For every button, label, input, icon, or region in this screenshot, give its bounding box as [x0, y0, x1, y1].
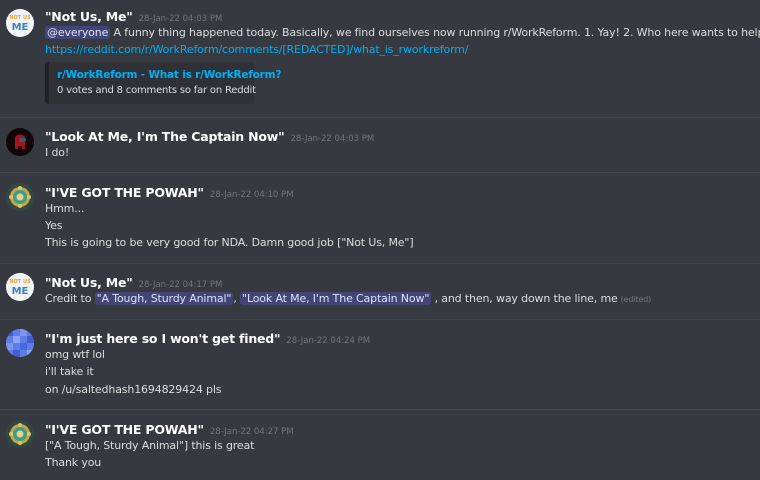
edited-marker: (edited): [620, 295, 652, 304]
message-body: A funny thing happened today. Basically,…: [110, 26, 760, 39]
ornament-avatar-icon: [6, 420, 34, 448]
author-name[interactable]: "Not Us, Me": [45, 9, 133, 24]
me-avatar-icon: NOT US ME: [6, 273, 34, 301]
embed-description: 0 votes and 8 comments so far on Reddit: [57, 85, 256, 96]
message-body: Credit to: [45, 292, 95, 305]
message-header: "Not Us, Me" 28-Jan-22 04:03 PM: [45, 9, 222, 24]
user-mention[interactable]: "A Tough, Sturdy Animal": [94, 292, 234, 305]
svg-text:ME: ME: [12, 22, 29, 33]
avatar[interactable]: [6, 420, 34, 448]
avatar[interactable]: NOT US ME: [6, 9, 34, 37]
ornament-avatar-icon: [6, 183, 34, 211]
red-crewmate-icon: [6, 128, 34, 156]
message-text: omg wtf lol: [45, 348, 105, 361]
author-name[interactable]: "Look At Me, I'm The Captain Now": [45, 129, 285, 144]
message-text: i'll take it: [45, 365, 94, 378]
link-embed: r/WorkReform - What is r/WorkReform? 0 v…: [45, 62, 281, 104]
avatar[interactable]: [6, 183, 34, 211]
reddit-link[interactable]: https://reddit.com/r/WorkReform/comments…: [45, 43, 469, 56]
message-text: This is going to be very good for NDA. D…: [45, 236, 414, 249]
author-name[interactable]: "I'VE GOT THE POWAH": [45, 422, 204, 437]
pixel-avatar-icon: [6, 329, 34, 357]
message-text: Credit to "A Tough, Sturdy Animal", "Loo…: [45, 292, 651, 305]
mention-everyone[interactable]: @everyone: [45, 26, 111, 39]
message-text: I do!: [45, 146, 70, 159]
message: "Look At Me, I'm The Captain Now" 28-Jan-…: [0, 118, 760, 172]
timestamp: 28-Jan-22 04:03 PM: [290, 134, 375, 144]
svg-text:ME: ME: [12, 286, 29, 297]
message-header: "I'm just here so I won't get fined" 28-J…: [45, 331, 370, 346]
message-header: "Not Us, Me" 28-Jan-22 04:17 PM: [45, 275, 222, 290]
timestamp: 28-Jan-22 04:17 PM: [138, 280, 223, 290]
author-name[interactable]: "I'm just here so I won't get fined": [45, 331, 281, 346]
svg-text:NOT US: NOT US: [9, 279, 31, 285]
author-name[interactable]: "Not Us, Me": [45, 275, 133, 290]
message: NOT US ME "Not Us, Me" 28-Jan-22 04:03 PM…: [0, 0, 760, 117]
me-avatar-icon: NOT US ME: [6, 9, 34, 37]
message-text: ["A Tough, Sturdy Animal"] this is great: [45, 439, 255, 452]
timestamp: 28-Jan-22 04:24 PM: [286, 336, 371, 346]
message-text: Hmm...: [45, 202, 85, 215]
message-text: @everyone A funny thing happened today. …: [45, 26, 760, 39]
avatar[interactable]: NOT US ME: [6, 273, 34, 301]
message-header: "Look At Me, I'm The Captain Now" 28-Jan-…: [45, 129, 374, 144]
avatar[interactable]: [6, 128, 34, 156]
user-mention[interactable]: "Look At Me, I'm The Captain Now": [240, 292, 432, 305]
embed-title[interactable]: r/WorkReform - What is r/WorkReform?: [57, 69, 281, 81]
author-name[interactable]: "I'VE GOT THE POWAH": [45, 185, 204, 200]
timestamp: 28-Jan-22 04:10 PM: [209, 190, 294, 200]
message-header: "I'VE GOT THE POWAH" 28-Jan-22 04:10 PM: [45, 185, 294, 200]
message-text: on /u/saltedhash1694829424 pls: [45, 383, 222, 396]
timestamp: 28-Jan-22 04:03 PM: [138, 14, 223, 24]
message-text: Yes: [45, 219, 63, 232]
message: NOT US ME "Not Us, Me" 28-Jan-22 04:17 PM…: [0, 264, 760, 319]
timestamp: 28-Jan-22 04:27 PM: [209, 427, 294, 437]
svg-text:NOT US: NOT US: [9, 15, 31, 21]
message: "I'VE GOT THE POWAH" 28-Jan-22 04:27 PM […: [0, 410, 760, 480]
avatar[interactable]: [6, 329, 34, 357]
message-text: Thank you: [45, 456, 102, 469]
message: "I'm just here so I won't get fined" 28-J…: [0, 320, 760, 409]
message-header: "I'VE GOT THE POWAH" 28-Jan-22 04:27 PM: [45, 422, 294, 437]
message: "I'VE GOT THE POWAH" 28-Jan-22 04:10 PM H…: [0, 173, 760, 263]
message-body: , and then, way down the line, me: [431, 292, 618, 305]
